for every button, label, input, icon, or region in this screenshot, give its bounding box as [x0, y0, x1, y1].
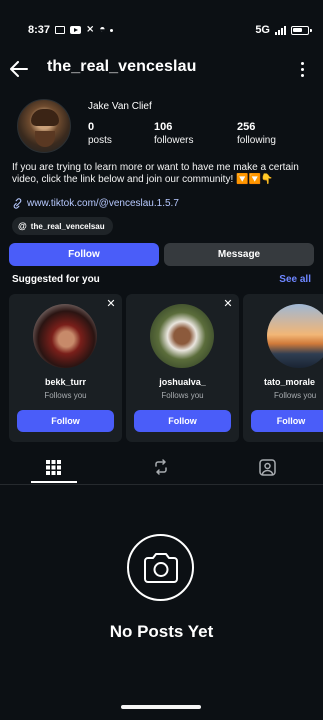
suggested-name: tato_morale [264, 377, 316, 387]
close-icon[interactable]: ✕ [106, 299, 116, 310]
suggested-card[interactable]: ✕ bekk_turr Follows you Follow [9, 294, 122, 442]
threads-badge[interactable]: @ the_real_vencelsau [12, 217, 113, 235]
network-type: 5G [255, 24, 270, 36]
dot-icon [110, 28, 114, 32]
stat-followers[interactable]: 106 followers [154, 121, 193, 146]
empty-state-circle [127, 534, 194, 601]
signal-icon [275, 25, 286, 35]
stat-following-value: 256 [237, 121, 256, 133]
youtube-icon [70, 26, 82, 34]
stat-following[interactable]: 256 following [237, 121, 276, 146]
more-vertical-icon[interactable] [295, 58, 309, 80]
suggested-avatar[interactable] [150, 304, 214, 368]
capcut-icon: ⨯ [86, 24, 95, 35]
message-button[interactable]: Message [164, 243, 314, 266]
suggested-avatar[interactable] [33, 304, 97, 368]
status-right: 5G [255, 14, 312, 46]
close-icon[interactable]: ✕ [223, 299, 233, 310]
clock: 8:37 [28, 24, 51, 36]
suggested-subtitle: Follows you [44, 391, 87, 400]
follow-button[interactable]: Follow [9, 243, 159, 266]
repost-icon [154, 459, 167, 475]
stat-posts: 0 posts [88, 121, 112, 146]
tabs-divider [0, 484, 323, 485]
suggested-subtitle: Follows you [161, 391, 204, 400]
suggested-follow-button[interactable]: Follow [134, 410, 231, 432]
status-bar: 8:37 ⨯ ◓ 5G [0, 0, 323, 46]
suggested-follow-button[interactable]: Follow [17, 410, 114, 432]
suggested-subtitle: Follows you [274, 391, 317, 400]
profile-username-title: the_real_venceslau [47, 58, 197, 75]
see-all-link[interactable]: See all [279, 274, 311, 285]
link-icon [13, 198, 22, 209]
suggested-follow-button[interactable]: Follow [251, 410, 323, 432]
battery-icon [291, 25, 312, 35]
home-indicator[interactable] [121, 705, 201, 709]
tagged-person-icon [259, 458, 276, 476]
profile-bio: If you are trying to learn more or want … [12, 162, 299, 185]
threads-icon: @ [18, 221, 27, 231]
empty-state-title: No Posts Yet [109, 622, 214, 641]
profile-avatar[interactable] [17, 99, 71, 153]
stat-following-label: following [237, 135, 276, 146]
grid-icon [46, 459, 61, 475]
threads-icon: ◓ [99, 24, 106, 35]
profile-topbar: the_real_venceslau [0, 52, 323, 86]
suggested-avatar[interactable] [267, 304, 323, 368]
profile-tabs [0, 450, 323, 484]
suggested-name: joshualva_ [159, 377, 206, 387]
back-arrow-icon[interactable] [6, 56, 32, 82]
stat-posts-value: 0 [88, 121, 95, 133]
suggested-card[interactable]: ✕ joshualva_ Follows you Follow [126, 294, 239, 442]
suggested-title: Suggested for you [12, 274, 100, 285]
suggested-card[interactable]: tato_morale Follows you Follow [243, 294, 323, 442]
threads-handle: the_real_vencelsau [30, 221, 105, 231]
stat-followers-label: followers [154, 135, 194, 146]
profile-link[interactable]: www.tiktok.com/@venceslau.1.5.7 [12, 198, 179, 209]
camera-icon [143, 552, 178, 583]
stat-followers-value: 106 [154, 121, 173, 133]
notification-icon [55, 26, 66, 34]
tab-reposts[interactable] [107, 450, 214, 484]
profile-link-text: www.tiktok.com/@venceslau.1.5.7 [27, 198, 179, 209]
stat-posts-label: posts [88, 135, 112, 146]
tab-grid[interactable] [0, 450, 107, 484]
active-tab-indicator [31, 481, 77, 483]
display-name: Jake Van Clief [88, 101, 152, 112]
status-left: 8:37 ⨯ ◓ [28, 14, 114, 46]
suggested-name: bekk_turr [44, 377, 87, 387]
tab-tagged[interactable] [214, 450, 321, 484]
